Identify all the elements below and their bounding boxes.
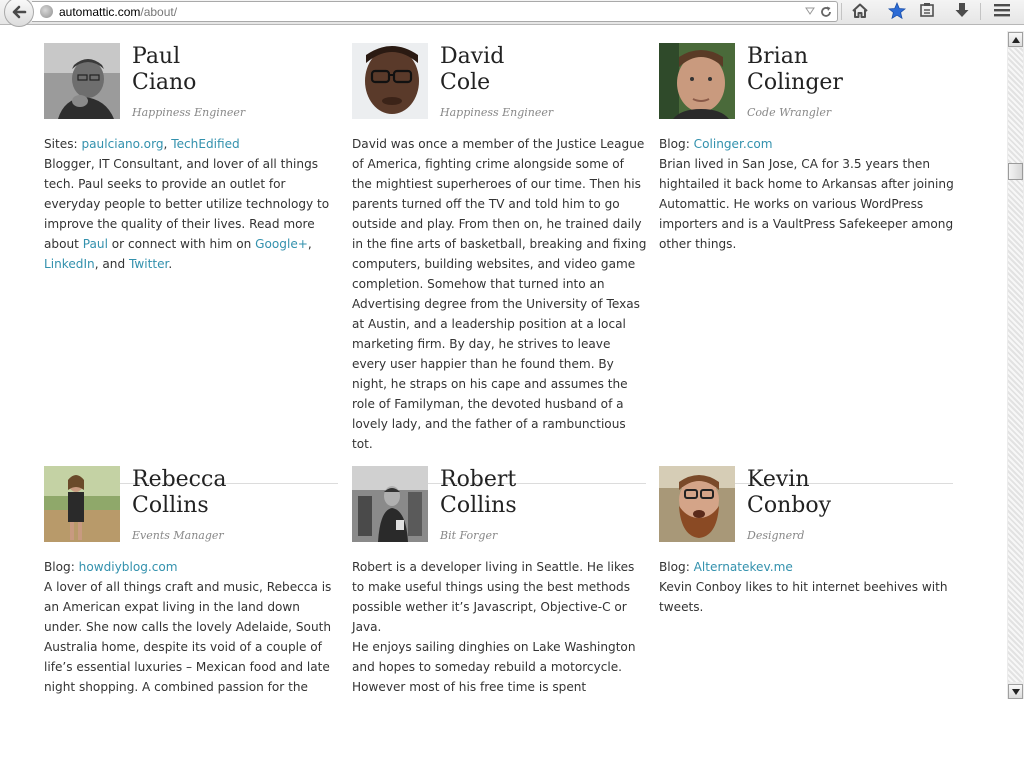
first-name: Kevin: [747, 467, 810, 492]
blog-link[interactable]: howdiyblog.com: [79, 560, 178, 574]
job-title: Designerd: [747, 529, 805, 542]
url-domain: automattic.com: [59, 5, 141, 19]
menu-icon: [994, 4, 1010, 17]
bio-text: Blogger, IT Consultant, and lover of all…: [44, 154, 339, 274]
social-link[interactable]: LinkedIn: [44, 257, 95, 271]
blog-line: Blog: Alternatekev.me: [659, 557, 954, 577]
toolbar-separator: [980, 3, 981, 20]
avatar: [44, 43, 120, 119]
bio: Robert is a developer living in Seattle.…: [352, 557, 647, 697]
person-name: Kevin Conboy: [747, 467, 831, 519]
scrollbar-thumb[interactable]: [1008, 163, 1023, 180]
last-name: Collins: [132, 493, 209, 518]
blog-label: Blog:: [44, 560, 79, 574]
sites-line: Sites: paulciano.org, TechEdified: [44, 134, 339, 154]
bio-text: A lover of all things craft and music, R…: [44, 580, 332, 694]
sites-label: Sites:: [44, 137, 82, 151]
social-link[interactable]: Twitter: [129, 257, 168, 271]
first-name: Paul: [132, 44, 181, 69]
first-name: Rebecca: [132, 467, 227, 492]
job-title: Happiness Engineer: [440, 106, 554, 119]
page-viewport: Paul Ciano Happiness Engineer Sites: pau…: [0, 31, 1007, 699]
blog-line: Blog: Colinger.com: [659, 134, 954, 154]
person-name: Robert Collins: [440, 467, 517, 519]
last-name: Collins: [440, 493, 517, 518]
job-title: Events Manager: [132, 529, 224, 542]
bookmark-button[interactable]: [886, 2, 908, 22]
profile-link[interactable]: Paul: [83, 237, 108, 251]
person-name: Rebecca Collins: [132, 467, 226, 519]
bio-text: Brian lived in San Jose, CA for 3.5 year…: [659, 157, 954, 251]
download-icon: [955, 3, 969, 17]
avatar: [352, 43, 428, 119]
arrow-down-icon: [1012, 689, 1020, 695]
blog-link[interactable]: Alternatekev.me: [694, 560, 793, 574]
bio: Blog: howdiyblog.com A lover of all thin…: [44, 557, 339, 697]
downloads-button[interactable]: [951, 2, 973, 22]
bio-text-part: or connect with him on: [107, 237, 256, 251]
blog-label: Blog:: [659, 137, 694, 151]
back-button[interactable]: [4, 0, 34, 27]
first-name: Brian: [747, 44, 809, 69]
site-link[interactable]: TechEdified: [171, 137, 240, 151]
bio-text: David was once a member of the Justice L…: [352, 137, 647, 451]
bio-text: Kevin Conboy likes to hit internet beehi…: [659, 580, 948, 614]
url-path: /about/: [140, 5, 178, 19]
bio-text: Robert is a developer living in Seattle.…: [352, 560, 635, 634]
scroll-down-button[interactable]: [1008, 684, 1023, 699]
last-name: Cole: [440, 70, 491, 95]
last-name: Conboy: [747, 493, 832, 518]
first-name: David: [440, 44, 505, 69]
bio-text: He enjoys sailing dinghies on Lake Washi…: [352, 640, 636, 694]
menu-button[interactable]: [991, 2, 1013, 22]
last-name: Colinger: [747, 70, 843, 95]
scrollbar-track[interactable]: [1008, 48, 1023, 682]
home-button[interactable]: [849, 2, 871, 22]
scroll-up-button[interactable]: [1008, 32, 1023, 47]
bio: Blog: Colinger.com Brian lived in San Jo…: [659, 134, 954, 254]
blog-line: Blog: howdiyblog.com: [44, 557, 339, 577]
last-name: Ciano: [132, 70, 197, 95]
bio-text-part: , and: [94, 257, 129, 271]
browser-toolbar: automattic.com/about/: [0, 0, 1024, 27]
site-link[interactable]: paulciano.org: [81, 137, 163, 151]
avatar: [352, 466, 428, 542]
home-icon: [852, 3, 868, 18]
job-title: Code Wrangler: [747, 106, 832, 119]
avatar: [44, 466, 120, 542]
job-title: Bit Forger: [440, 529, 498, 542]
bio-text-part: .: [168, 257, 173, 271]
reload-icon[interactable]: [819, 5, 833, 19]
bookmark-star-icon: [888, 2, 906, 20]
arrow-up-icon: [1012, 37, 1020, 43]
url-text[interactable]: automattic.com/about/: [59, 5, 177, 19]
bio: David was once a member of the Justice L…: [352, 134, 647, 454]
person-name: Paul Ciano: [132, 44, 196, 96]
separator-text: ,: [307, 237, 312, 251]
history-dropdown-icon[interactable]: [805, 7, 815, 15]
bio: Blog: Alternatekev.me Kevin Conboy likes…: [659, 557, 954, 617]
toolbar-separator: [841, 3, 842, 20]
blog-link[interactable]: Colinger.com: [694, 137, 773, 151]
reading-list-button[interactable]: [916, 2, 938, 22]
job-title: Happiness Engineer: [132, 106, 246, 119]
window-bottom-area: [0, 699, 1024, 767]
social-link[interactable]: Google+: [255, 237, 308, 251]
avatar: [659, 466, 735, 542]
site-identity-icon[interactable]: [40, 5, 53, 18]
url-bar[interactable]: automattic.com/about/: [32, 1, 838, 22]
avatar: [659, 43, 735, 119]
person-name: David Cole: [440, 44, 504, 96]
clipboard-icon: [920, 3, 934, 17]
back-arrow-icon: [12, 5, 27, 19]
first-name: Robert: [440, 467, 517, 492]
blog-label: Blog:: [659, 560, 694, 574]
bio: Sites: paulciano.org, TechEdified Blogge…: [44, 134, 339, 274]
person-name: Brian Colinger: [747, 44, 843, 96]
